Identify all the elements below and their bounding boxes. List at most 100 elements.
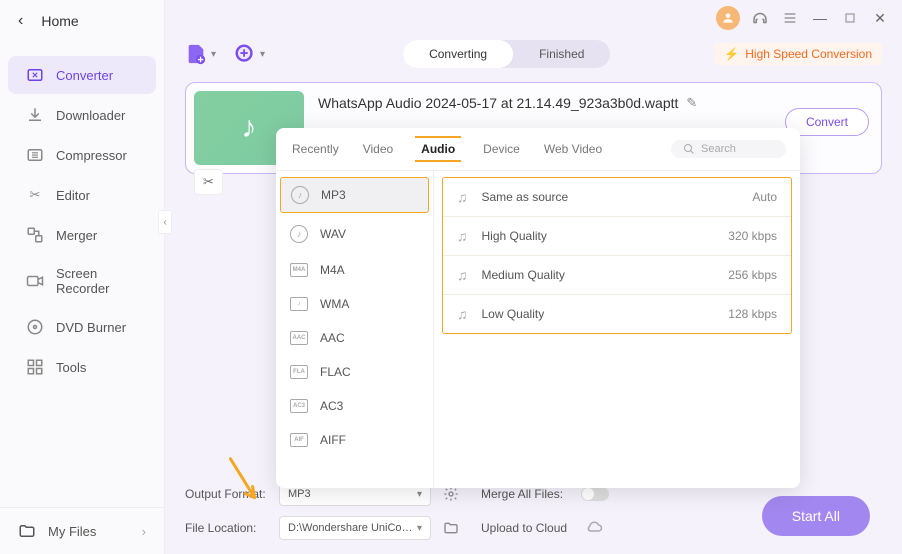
output-format-value: MP3 xyxy=(288,488,311,500)
quality-item-same[interactable]: ♫ Same as source Auto xyxy=(443,178,791,217)
popup-tabs: Recently Video Audio Device Web Video Se… xyxy=(276,128,800,171)
file-name: WhatsApp Audio 2024-05-17 at 21.14.49_92… xyxy=(318,95,678,111)
file-info: WhatsApp Audio 2024-05-17 at 21.14.49_92… xyxy=(318,91,873,111)
sidebar-item-converter[interactable]: Converter xyxy=(8,56,156,94)
sidebar-item-label: Converter xyxy=(56,68,113,83)
back-icon[interactable]: ‹ xyxy=(18,12,23,30)
audio-format-icon: FLA xyxy=(290,365,308,379)
sidebar-item-label: DVD Burner xyxy=(56,320,126,335)
add-file-button[interactable]: ▾ xyxy=(185,43,216,65)
tab-recently[interactable]: Recently xyxy=(290,136,341,162)
search-icon xyxy=(683,143,695,155)
cloud-label: Upload to Cloud xyxy=(481,521,567,535)
file-card-actions: ✂ xyxy=(194,169,223,195)
sidebar-item-editor[interactable]: ✂ Editor xyxy=(8,176,156,214)
segment-converting[interactable]: Converting xyxy=(403,40,513,68)
format-item-m4a[interactable]: M4A M4A xyxy=(276,253,433,287)
audio-format-icon: AAC xyxy=(290,331,308,345)
compressor-icon xyxy=(26,146,44,164)
recorder-icon xyxy=(26,272,44,290)
sidebar-item-screen-recorder[interactable]: Screen Recorder xyxy=(8,256,156,306)
file-name-row: WhatsApp Audio 2024-05-17 at 21.14.49_92… xyxy=(318,95,873,111)
format-item-aac[interactable]: AAC AAC xyxy=(276,321,433,355)
quality-group: ♫ Same as source Auto ♫ High Quality 320… xyxy=(442,177,792,334)
sidebar-item-merger[interactable]: Merger xyxy=(8,216,156,254)
merge-all-toggle[interactable] xyxy=(581,487,609,501)
chevron-down-icon: ▾ xyxy=(417,489,422,500)
format-label: M4A xyxy=(320,263,345,277)
sidebar-item-compressor[interactable]: Compressor xyxy=(8,136,156,174)
sidebar-footer-my-files[interactable]: My Files › xyxy=(0,507,164,554)
sidebar-item-tools[interactable]: Tools xyxy=(8,348,156,386)
chevron-down-icon: ▾ xyxy=(260,49,265,60)
support-icon[interactable] xyxy=(750,8,770,28)
format-label: MP3 xyxy=(321,188,346,202)
segment-finished[interactable]: Finished xyxy=(513,40,610,68)
sidebar-item-downloader[interactable]: Downloader xyxy=(8,96,156,134)
popup-search-input[interactable]: Search xyxy=(671,140,786,158)
maximize-icon[interactable] xyxy=(840,8,860,28)
gear-icon[interactable] xyxy=(443,486,459,502)
quality-item-high[interactable]: ♫ High Quality 320 kbps xyxy=(443,217,791,256)
music-icon: ♫ xyxy=(457,189,468,205)
search-placeholder: Search xyxy=(701,143,736,155)
tab-web-video[interactable]: Web Video xyxy=(542,136,604,162)
chevron-down-icon: ▾ xyxy=(211,49,216,60)
format-popup: Recently Video Audio Device Web Video Se… xyxy=(276,128,800,488)
file-location-dropdown[interactable]: D:\Wondershare UniConverter ▾ xyxy=(279,516,431,540)
quality-rate: Auto xyxy=(752,190,777,204)
sidebar: ‹ Home Converter Downloader Compressor ✂… xyxy=(0,0,165,554)
edit-icon[interactable]: ✎ xyxy=(686,95,697,111)
format-item-flac[interactable]: FLA FLAC xyxy=(276,355,433,389)
minimize-icon[interactable]: — xyxy=(810,8,830,28)
high-speed-conversion-button[interactable]: ⚡ High Speed Conversion xyxy=(714,43,882,65)
tab-audio[interactable]: Audio xyxy=(415,136,461,162)
format-list: ♪ MP3 ♪ WAV M4A M4A ♪ WMA AAC AAC FLA FL… xyxy=(276,171,434,488)
sidebar-item-label: Editor xyxy=(56,188,90,203)
converter-icon xyxy=(26,66,44,84)
sidebar-header[interactable]: ‹ Home xyxy=(0,0,164,42)
grid-icon xyxy=(26,358,44,376)
sidebar-item-label: Merger xyxy=(56,228,97,243)
bolt-icon: ⚡ xyxy=(724,47,739,61)
open-folder-icon[interactable] xyxy=(443,520,459,536)
sidebar-item-label: Tools xyxy=(56,360,86,375)
quality-item-low[interactable]: ♫ Low Quality 128 kbps xyxy=(443,295,791,333)
chevron-down-icon: ▾ xyxy=(417,523,422,534)
hs-label: High Speed Conversion xyxy=(745,47,872,61)
cloud-icon[interactable] xyxy=(585,519,603,537)
format-item-wav[interactable]: ♪ WAV xyxy=(276,215,433,253)
format-label: WMA xyxy=(320,297,349,311)
sidebar-collapse-toggle[interactable]: ‹ xyxy=(158,210,172,234)
sidebar-item-dvd-burner[interactable]: DVD Burner xyxy=(8,308,156,346)
add-url-button[interactable]: ▾ xyxy=(234,43,265,65)
merger-icon xyxy=(26,226,44,244)
format-item-wma[interactable]: ♪ WMA xyxy=(276,287,433,321)
menu-icon[interactable] xyxy=(780,8,800,28)
my-files-label: My Files xyxy=(48,524,96,539)
quality-rate: 128 kbps xyxy=(728,307,777,321)
music-icon: ♫ xyxy=(457,267,468,283)
format-label: AAC xyxy=(320,331,345,345)
quality-list: ♫ Same as source Auto ♫ High Quality 320… xyxy=(434,171,800,488)
audio-format-icon: ♪ xyxy=(290,225,308,243)
file-location-value: D:\Wondershare UniConverter xyxy=(288,522,417,534)
disc-icon xyxy=(26,318,44,336)
audio-format-icon: AC3 xyxy=(290,399,308,413)
quality-label: Medium Quality xyxy=(482,268,715,282)
tab-video[interactable]: Video xyxy=(361,136,395,162)
music-icon: ♫ xyxy=(457,228,468,244)
sidebar-item-label: Compressor xyxy=(56,148,127,163)
scissors-icon[interactable]: ✂ xyxy=(203,174,214,190)
format-item-aiff[interactable]: AIF AIFF xyxy=(276,423,433,457)
format-item-ac3[interactable]: AC3 AC3 xyxy=(276,389,433,423)
close-icon[interactable]: ✕ xyxy=(870,8,890,28)
tab-device[interactable]: Device xyxy=(481,136,522,162)
quality-item-medium[interactable]: ♫ Medium Quality 256 kbps xyxy=(443,256,791,295)
download-icon xyxy=(26,106,44,124)
file-location-label: File Location: xyxy=(185,521,267,535)
sidebar-item-label: Screen Recorder xyxy=(56,266,138,296)
start-all-button[interactable]: Start All xyxy=(762,496,870,536)
format-item-mp3[interactable]: ♪ MP3 xyxy=(280,177,429,213)
avatar-button[interactable] xyxy=(716,6,740,30)
